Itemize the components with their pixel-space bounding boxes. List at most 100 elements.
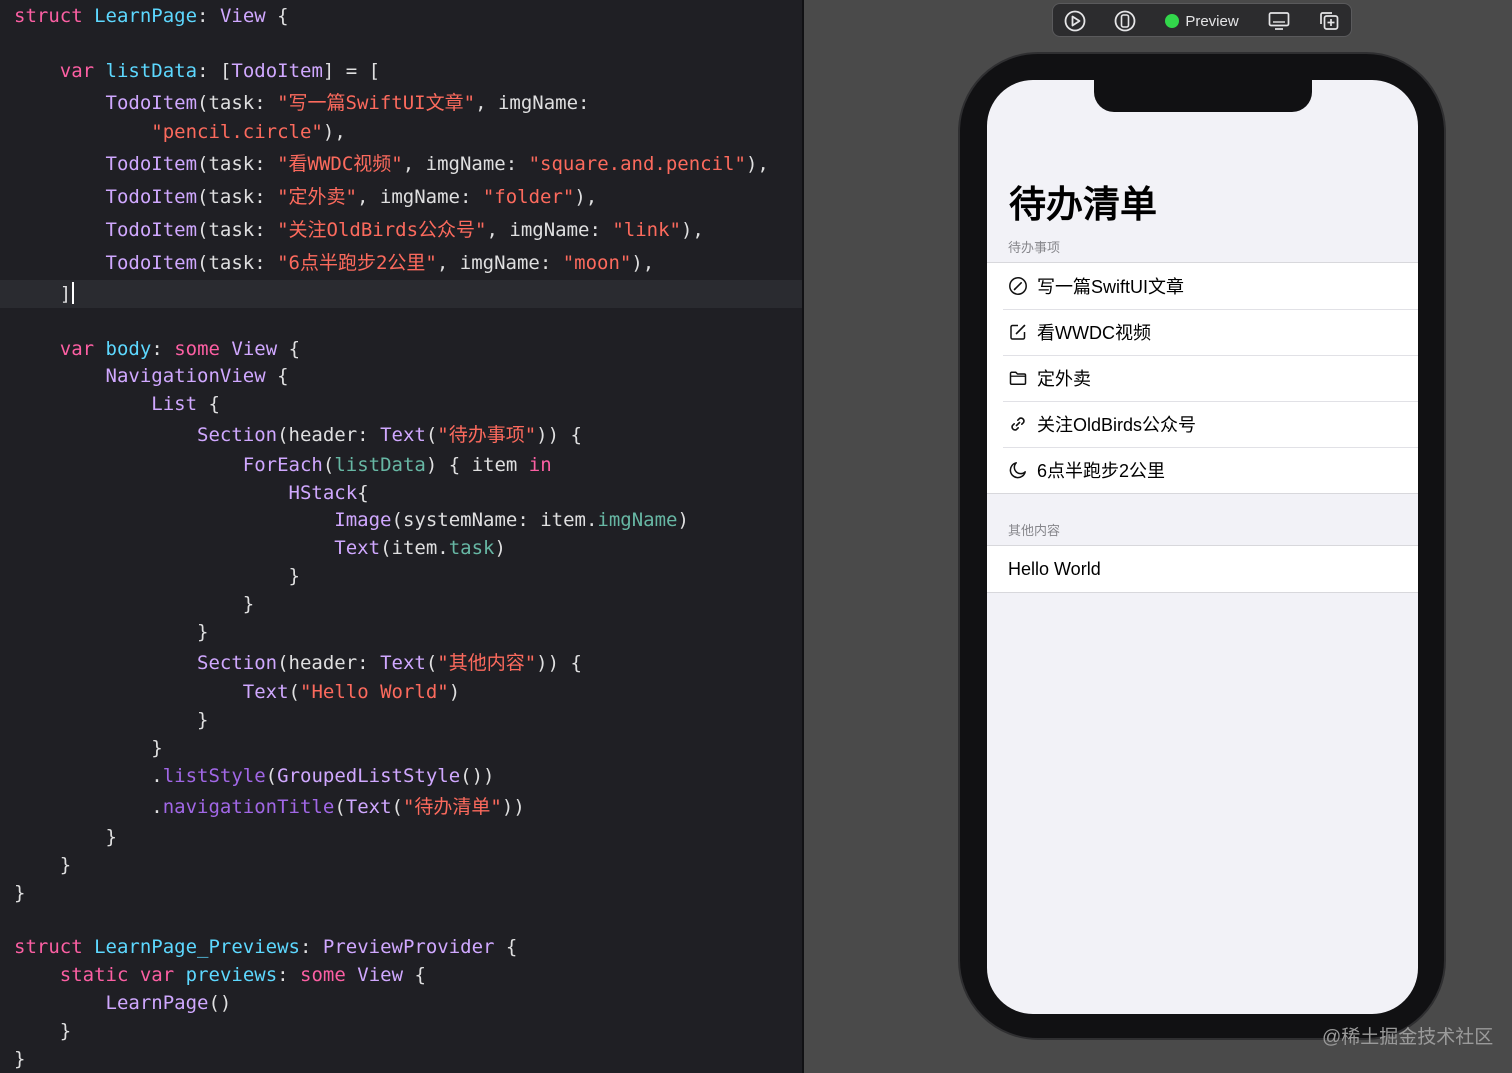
code-line[interactable]: "pencil.circle"), [14, 118, 345, 146]
list-section-other: Hello World [987, 545, 1418, 593]
code-line[interactable]: } [14, 823, 117, 851]
list-item[interactable]: 关注OldBirds公众号 [987, 401, 1418, 447]
code-line[interactable]: ForEach(listData) { item in [14, 451, 552, 479]
code-token: var [139, 964, 175, 986]
code-token: "其他内容" [437, 652, 537, 674]
code-line[interactable]: Text("Hello World") [14, 678, 460, 706]
code-line[interactable]: TodoItem(task: "6点半跑步2公里", imgName: "moo… [14, 249, 655, 277]
code-line[interactable]: } [14, 590, 254, 618]
code-line[interactable]: Section(header: Text("其他内容")) { [14, 649, 582, 677]
duplicate-preview-button[interactable] [1317, 9, 1341, 33]
code-token: Text [334, 537, 381, 559]
list-item[interactable]: 看WWDC视频 [987, 309, 1418, 355]
code-token: ), [745, 153, 769, 175]
code-line[interactable]: Text(item.task) [14, 534, 506, 562]
code-token: } [14, 1048, 26, 1070]
device-settings-button[interactable] [1267, 9, 1291, 33]
code-line[interactable]: LearnPage() [14, 989, 232, 1017]
code-line[interactable]: HStack{ [14, 479, 369, 507]
code-line[interactable]: } [14, 1017, 71, 1045]
code-token: Text [380, 652, 426, 674]
code-line[interactable]: } [14, 562, 300, 590]
iphone-screen[interactable]: 待办清单 待办事项 写一篇SwiftUI文章 看WWDC视频 定外卖 关注Old… [987, 80, 1418, 1014]
section-header-todo: 待办事项 [1008, 240, 1061, 255]
code-token: ( [425, 652, 438, 674]
code-token: ] = [ [322, 60, 381, 82]
code-token: "pencil.circle" [151, 121, 323, 143]
code-line[interactable]: struct LearnPage_Previews: PreviewProvid… [14, 933, 517, 961]
preview-toolbar: Preview [1052, 3, 1352, 37]
code-token: ( [334, 796, 346, 818]
list-item[interactable]: 6点半跑步2公里 [987, 447, 1418, 493]
code-line[interactable]: TodoItem(task: "关注OldBirds公众号", imgName:… [14, 216, 704, 244]
code-line[interactable]: var body: some View { [14, 335, 300, 363]
code-line[interactable]: ] [14, 280, 75, 308]
list-item[interactable]: 写一篇SwiftUI文章 [987, 263, 1418, 309]
code-token: , imgName: [486, 219, 613, 241]
code-line[interactable]: } [14, 851, 71, 879]
live-preview-button[interactable] [1063, 9, 1087, 33]
code-line[interactable]: } [14, 618, 208, 646]
code-token: ), [680, 219, 704, 241]
preview-toggle-button[interactable]: Preview [1161, 9, 1243, 33]
code-editor[interactable]: struct LearnPage: View { var listData: [… [0, 0, 802, 1073]
code-line[interactable]: static var previews: some View { [14, 961, 426, 989]
code-token: ) [494, 537, 506, 559]
code-token: ( [391, 796, 403, 818]
code-line[interactable]: .listStyle(GroupedListStyle()) [14, 762, 494, 790]
code-line[interactable]: .navigationTitle(Text("待办清单")) [14, 793, 525, 821]
list-item[interactable]: Hello World [987, 546, 1418, 592]
code-token: ) [677, 509, 689, 531]
code-token: ()) [460, 765, 495, 787]
code-line[interactable]: } [14, 1045, 25, 1073]
code-token: { [265, 5, 289, 27]
device-preview-icon [1114, 10, 1136, 32]
code-line[interactable]: } [14, 734, 162, 762]
code-token: listData [334, 454, 426, 476]
code-line[interactable]: var listData: [TodoItem] = [ [14, 57, 380, 85]
list-item[interactable]: 定外卖 [987, 355, 1418, 401]
code-token: "link" [612, 219, 681, 241]
code-line[interactable]: List { [14, 390, 220, 418]
code-token: { [357, 482, 369, 504]
current-line-highlight [0, 280, 802, 308]
code-line[interactable]: } [14, 706, 208, 734]
code-line[interactable]: } [14, 879, 25, 907]
code-token: ( [288, 681, 300, 703]
code-token: } [14, 709, 209, 731]
code-line[interactable]: Image(systemName: item.imgName) [14, 506, 689, 534]
code-token: listData [105, 60, 198, 82]
code-line[interactable]: TodoItem(task: "定外卖", imgName: "folder")… [14, 183, 598, 211]
code-token: Text [242, 681, 289, 703]
code-line[interactable]: struct LearnPage: View { [14, 2, 289, 30]
code-token: , imgName: [475, 92, 590, 114]
code-line[interactable]: TodoItem(task: "写一篇SwiftUI文章", imgName: [14, 89, 590, 117]
code-token: Text [380, 424, 426, 446]
code-token: ( [265, 765, 278, 787]
code-token: ( [425, 424, 438, 446]
code-token: } [14, 882, 26, 904]
code-token: . [14, 796, 163, 818]
code-token: (task: [197, 219, 278, 241]
code-line[interactable]: NavigationView { [14, 362, 289, 390]
code-token: listStyle [162, 765, 266, 787]
code-token: ) { item [425, 454, 529, 476]
device-preview-button[interactable] [1113, 9, 1137, 33]
code-line[interactable]: TodoItem(task: "看WWDC视频", imgName: "squa… [14, 150, 769, 178]
code-token: } [14, 854, 72, 876]
pencil-circle-icon [1009, 277, 1027, 295]
code-token: { [403, 964, 426, 986]
code-token: TodoItem [231, 60, 323, 82]
code-line[interactable]: Section(header: Text("待办事项")) { [14, 421, 582, 449]
code-token: TodoItem [105, 219, 198, 241]
